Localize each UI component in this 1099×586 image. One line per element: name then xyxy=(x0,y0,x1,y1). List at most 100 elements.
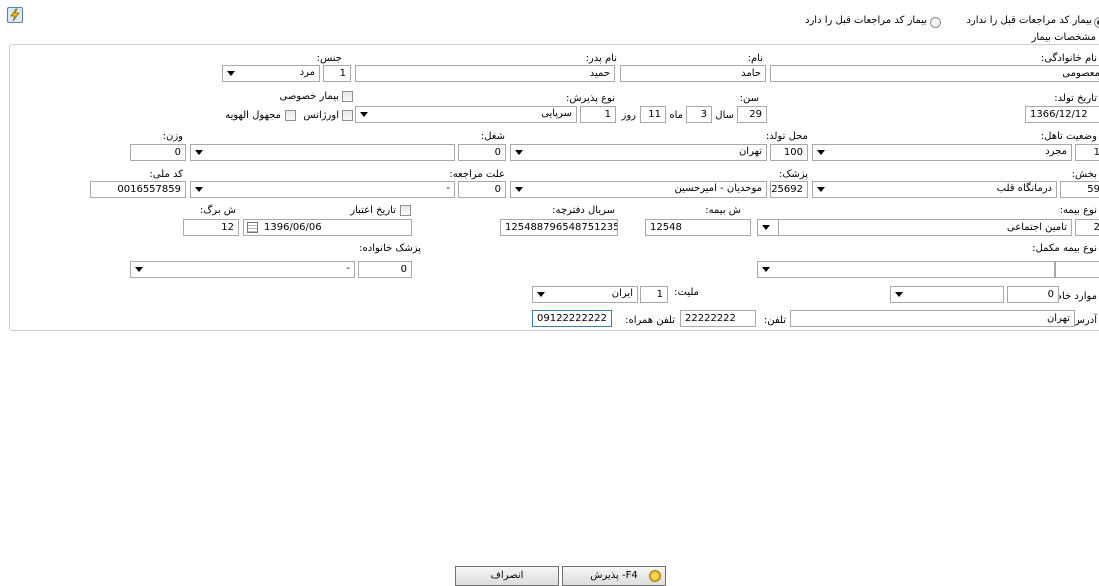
private-patient-checkbox[interactable] xyxy=(342,91,353,102)
validity-date-checkbox[interactable] xyxy=(400,205,411,216)
insurance-code-input[interactable]: 2 xyxy=(1075,219,1099,236)
chevron-down-icon xyxy=(762,225,770,230)
chevron-down-icon xyxy=(195,150,203,155)
special-cases-select[interactable] xyxy=(890,286,1004,303)
family-doctor-select[interactable]: - xyxy=(130,261,355,278)
nationality-label: ملیت: xyxy=(674,287,699,298)
gender-label: جنس: xyxy=(316,53,342,64)
family-doctor-code-input[interactable]: 0 xyxy=(358,261,412,278)
ward-select[interactable]: درمانگاه قلب xyxy=(812,181,1057,198)
no-history-label: بیمار کد مراجعات قبل را ندارد xyxy=(966,15,1092,26)
admission-select[interactable]: سرپایی xyxy=(355,106,577,123)
father-name-label: نام پدر: xyxy=(585,53,617,64)
first-name-label: نام: xyxy=(747,53,763,64)
marital-status-label: وضعیت تاهل: xyxy=(1040,131,1097,142)
key-icon xyxy=(649,570,661,582)
insurance-select[interactable] xyxy=(757,219,779,236)
birth-place-label: محل تولد: xyxy=(765,131,808,142)
chevron-down-icon xyxy=(195,187,203,192)
admit-button[interactable]: F4- پذیرش xyxy=(562,566,666,586)
phone-label: تلفن: xyxy=(763,315,786,326)
sheet-number-label: ش برگ: xyxy=(199,205,236,216)
supp-insurance-label: نوع بیمه مکمل: xyxy=(1032,243,1097,254)
validity-date-input[interactable]: 1396/06/06 xyxy=(243,219,412,236)
chevron-down-icon xyxy=(227,71,235,76)
chevron-down-icon xyxy=(817,150,825,155)
section-title: مشخصات بیمار xyxy=(1031,32,1096,43)
emergency-label: اورژانس xyxy=(303,110,339,121)
chevron-down-icon xyxy=(895,292,903,297)
ward-label: بخش: xyxy=(1071,169,1097,180)
day-unit-label: روز xyxy=(621,110,637,121)
visit-reason-label: علت مراجعه: xyxy=(449,169,505,180)
age-years-input[interactable]: 29 xyxy=(737,106,767,123)
chevron-down-icon xyxy=(515,187,523,192)
address-input[interactable]: تهران xyxy=(790,310,1075,327)
birth-place-code-input[interactable]: 100 xyxy=(770,144,808,161)
doctor-code-input[interactable]: 25692 xyxy=(770,181,808,198)
has-history-radio[interactable] xyxy=(930,17,941,28)
job-code-input[interactable]: 0 xyxy=(458,144,506,161)
booklet-serial-input[interactable]: 125488796548751235 xyxy=(500,219,618,236)
validity-date-label: تاریخ اعتبار xyxy=(350,205,396,216)
has-history-label: بیمار کد مراجعات قبل را دارد xyxy=(805,15,927,26)
last-name-label: نام خانوادگی: xyxy=(1040,53,1097,64)
no-history-radio[interactable] xyxy=(1094,17,1099,28)
last-name-input[interactable]: معصومی xyxy=(770,65,1099,82)
nationality-code-input[interactable]: 1 xyxy=(640,286,668,303)
unknown-identity-checkbox[interactable] xyxy=(285,110,296,121)
chevron-down-icon xyxy=(762,267,770,272)
job-select[interactable] xyxy=(190,144,455,161)
mobile-input[interactable]: 09122222222 xyxy=(532,310,612,327)
insurance-name-input[interactable]: تامین اجتماعی xyxy=(777,219,1072,236)
insurance-number-label: ش بیمه: xyxy=(705,205,741,216)
private-patient-label: بیمار خصوصی xyxy=(279,91,339,102)
marital-code-input[interactable]: 1 xyxy=(1075,144,1099,161)
year-unit-label: سال xyxy=(715,110,734,121)
chevron-down-icon xyxy=(515,150,523,155)
mobile-label: تلفن همراه: xyxy=(625,315,675,326)
admission-type-label: نوع پذیرش: xyxy=(565,93,615,104)
nationality-select[interactable]: ایران xyxy=(532,286,638,303)
ward-code-input[interactable]: 59 xyxy=(1060,181,1099,198)
age-months-input[interactable]: 3 xyxy=(686,106,712,123)
national-id-input[interactable]: 0016557859 xyxy=(90,181,186,198)
unknown-identity-label: مجهول الهویه xyxy=(225,110,281,121)
calendar-icon[interactable] xyxy=(247,222,258,233)
sheet-number-input[interactable]: 12 xyxy=(183,219,239,236)
supp-insurance-select[interactable] xyxy=(757,261,1055,278)
visit-reason-select[interactable]: - xyxy=(190,181,455,198)
gender-select[interactable]: مرد xyxy=(222,65,320,82)
cancel-button[interactable]: انصراف xyxy=(455,566,559,586)
weight-label: وزن: xyxy=(162,131,183,142)
insurance-number-input[interactable]: 12548 xyxy=(645,219,751,236)
gender-code-input[interactable]: 1 xyxy=(323,65,351,82)
special-cases-code-input[interactable]: 0 xyxy=(1007,286,1059,303)
supp-insurance-code-input[interactable] xyxy=(1055,261,1099,278)
national-id-label: کد ملی: xyxy=(149,169,183,180)
visit-reason-code-input[interactable]: 0 xyxy=(458,181,506,198)
month-unit-label: ماه xyxy=(669,110,683,121)
chevron-down-icon xyxy=(360,112,368,117)
birth-date-label: تاریخ تولد: xyxy=(1054,93,1097,104)
job-label: شغل: xyxy=(480,131,505,142)
doctor-label: پزشک: xyxy=(779,169,808,180)
booklet-serial-label: سریال دفترچه: xyxy=(552,205,615,216)
first-name-input[interactable]: حامد xyxy=(620,65,766,82)
age-label: سن: xyxy=(739,93,759,104)
father-name-input[interactable]: حمید xyxy=(355,65,615,82)
chevron-down-icon xyxy=(537,292,545,297)
insurance-type-label: نوع بیمه: xyxy=(1059,205,1097,216)
chevron-down-icon xyxy=(135,267,143,272)
phone-input[interactable]: 22222222 xyxy=(680,310,756,327)
admission-code-input[interactable]: 1 xyxy=(580,106,616,123)
age-days-input[interactable]: 11 xyxy=(640,106,666,123)
weight-input[interactable]: 0 xyxy=(130,144,186,161)
birth-date-input[interactable]: 1366/12/12 xyxy=(1025,106,1099,123)
emergency-checkbox[interactable] xyxy=(342,110,353,121)
doctor-select[interactable]: موحدیان - امیرحسین xyxy=(510,181,767,198)
marital-select[interactable]: مجرد xyxy=(812,144,1072,161)
lightning-icon[interactable] xyxy=(7,7,23,23)
birth-place-select[interactable]: تهران xyxy=(510,144,767,161)
family-doctor-label: پزشک خانواده: xyxy=(359,243,421,254)
